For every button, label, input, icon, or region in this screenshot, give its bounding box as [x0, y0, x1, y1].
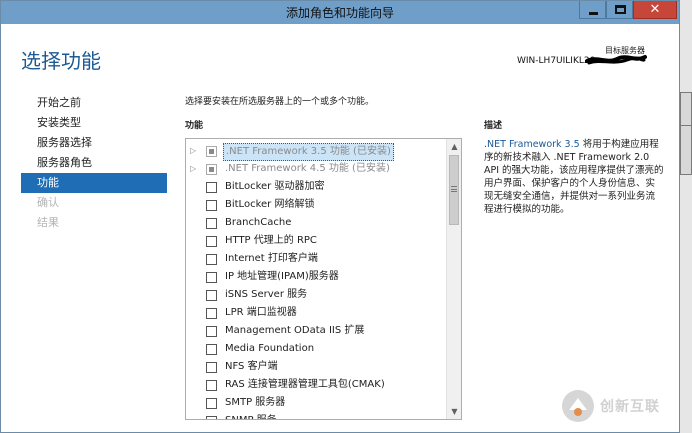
nav-item-results: 结果: [37, 216, 59, 229]
grip-icon: [451, 186, 457, 192]
feature-label: NFS 客户端: [225, 361, 278, 372]
watermark-text: 创新互联: [600, 399, 660, 415]
feature-checkbox[interactable]: [206, 236, 217, 247]
feature-label: Internet 打印客户端: [225, 253, 318, 264]
feature-row[interactable]: Media Foundation: [186, 340, 447, 358]
feature-row[interactable]: IP 地址管理(IPAM)服务器: [186, 268, 447, 286]
feature-label: SMTP 服务器: [225, 397, 286, 408]
minimize-icon: [589, 12, 598, 15]
page-title: 选择功能: [21, 49, 101, 73]
feature-row[interactable]: Management OData IIS 扩展: [186, 322, 447, 340]
feature-label: Media Foundation: [225, 343, 315, 354]
description-highlight: .NET Framework 3.5: [484, 139, 580, 150]
feature-label: HTTP 代理上的 RPC: [225, 235, 317, 246]
desktop-window-edge: [680, 125, 692, 175]
feature-checkbox[interactable]: [206, 200, 217, 211]
description-heading: 描述: [484, 121, 503, 131]
feature-label: BitLocker 网络解锁: [225, 199, 315, 210]
nav-item-confirmation: 确认: [37, 196, 59, 209]
feature-label: .NET Framework 3.5 功能 (已安装): [223, 143, 394, 161]
nav-item-server-selection[interactable]: 服务器选择: [21, 133, 167, 153]
features-heading: 功能: [185, 121, 204, 131]
close-icon: ✕: [649, 2, 661, 17]
feature-checkbox[interactable]: [206, 344, 217, 355]
feature-row[interactable]: BitLocker 驱动器加密: [186, 178, 447, 196]
feature-label: RAS 连接管理器管理工具包(CMAK): [225, 379, 385, 390]
feature-checkbox[interactable]: [206, 308, 217, 319]
instruction-text: 选择要安装在所选服务器上的一个或多个功能。: [185, 97, 375, 107]
window-controls: ✕: [579, 1, 677, 19]
feature-label: BranchCache: [225, 217, 292, 228]
watermark: 创新互联: [560, 388, 660, 424]
redaction-scribble: [585, 55, 647, 65]
feature-label: Management OData IIS 扩展: [225, 325, 365, 336]
feature-row[interactable]: ▷ .NET Framework 4.5 功能 (已安装): [186, 160, 447, 178]
feature-checkbox[interactable]: [206, 164, 217, 175]
feature-label: IP 地址管理(IPAM)服务器: [225, 271, 339, 282]
window-title: 添加角色和功能向导: [285, 6, 394, 20]
feature-row[interactable]: BitLocker 网络解锁: [186, 196, 447, 214]
scroll-down-icon[interactable]: ▼: [447, 404, 461, 419]
description-text: 将用于构建应用程序的新技术融入 .NET Framework 2.0 API 的…: [484, 139, 664, 215]
feature-row[interactable]: SNMP 服务: [186, 412, 447, 419]
feature-row[interactable]: Internet 打印客户端: [186, 250, 447, 268]
scroll-up-icon[interactable]: ▲: [447, 139, 461, 154]
maximize-button[interactable]: [606, 1, 633, 19]
nav-item-server-roles[interactable]: 服务器角色: [21, 153, 167, 173]
feature-checkbox[interactable]: [206, 182, 217, 193]
nav-item-installation-type[interactable]: 安装类型: [21, 113, 167, 133]
nav-item-before-you-begin[interactable]: 开始之前: [21, 93, 167, 113]
features-scrollbar[interactable]: ▲ ▼: [446, 139, 461, 419]
feature-label: .NET Framework 4.5 功能 (已安装): [225, 163, 390, 174]
feature-row[interactable]: NFS 客户端: [186, 358, 447, 376]
desktop-edge: [680, 0, 692, 433]
maximize-icon: [615, 5, 626, 14]
feature-label: BitLocker 驱动器加密: [225, 181, 325, 192]
feature-row[interactable]: BranchCache: [186, 214, 447, 232]
feature-checkbox[interactable]: [206, 380, 217, 391]
wizard-window: 添加角色和功能向导 ✕ 选择功能 目标服务器 WIN-LH7UILIKL20 开…: [0, 0, 680, 433]
title-bar[interactable]: 添加角色和功能向导 ✕: [1, 1, 679, 24]
watermark-logo-icon: [562, 390, 594, 422]
minimize-button[interactable]: [579, 1, 606, 19]
feature-checkbox[interactable]: [206, 290, 217, 301]
feature-checkbox[interactable]: [206, 218, 217, 229]
feature-checkbox[interactable]: [206, 326, 217, 337]
feature-row[interactable]: iSNS Server 服务: [186, 286, 447, 304]
close-button[interactable]: ✕: [633, 1, 677, 19]
target-server-value: WIN-LH7UILIKL20: [517, 56, 596, 66]
feature-row[interactable]: RAS 连接管理器管理工具包(CMAK): [186, 376, 447, 394]
feature-checkbox[interactable]: [206, 272, 217, 283]
features-list-content: ▷ .NET Framework 3.5 功能 (已安装) ▷ .NET Framew…: [186, 142, 447, 419]
expand-arrow-icon[interactable]: ▷: [190, 160, 196, 178]
scroll-thumb[interactable]: [449, 155, 459, 225]
feature-checkbox[interactable]: [206, 398, 217, 409]
feature-row[interactable]: HTTP 代理上的 RPC: [186, 232, 447, 250]
feature-row[interactable]: LPR 端口监视器: [186, 304, 447, 322]
feature-checkbox[interactable]: [206, 254, 217, 265]
feature-row[interactable]: SMTP 服务器: [186, 394, 447, 412]
feature-row[interactable]: ▷ .NET Framework 3.5 功能 (已安装): [186, 142, 447, 161]
expand-arrow-icon[interactable]: ▷: [190, 142, 196, 160]
feature-checkbox[interactable]: [206, 146, 217, 157]
feature-checkbox[interactable]: [206, 416, 217, 419]
nav-item-features[interactable]: 功能: [21, 173, 167, 193]
wizard-nav: 开始之前 安装类型 服务器选择 服务器角色 功能 确认 结果: [21, 93, 167, 233]
feature-label: LPR 端口监视器: [225, 307, 297, 318]
features-list[interactable]: ▷ .NET Framework 3.5 功能 (已安装) ▷ .NET Framew…: [185, 138, 462, 420]
feature-checkbox[interactable]: [206, 362, 217, 373]
feature-label: SNMP 服务: [223, 412, 279, 419]
feature-label: iSNS Server 服务: [225, 289, 308, 300]
feature-description: .NET Framework 3.5 将用于构建应用程序的新技术融入 .NET …: [484, 138, 664, 216]
